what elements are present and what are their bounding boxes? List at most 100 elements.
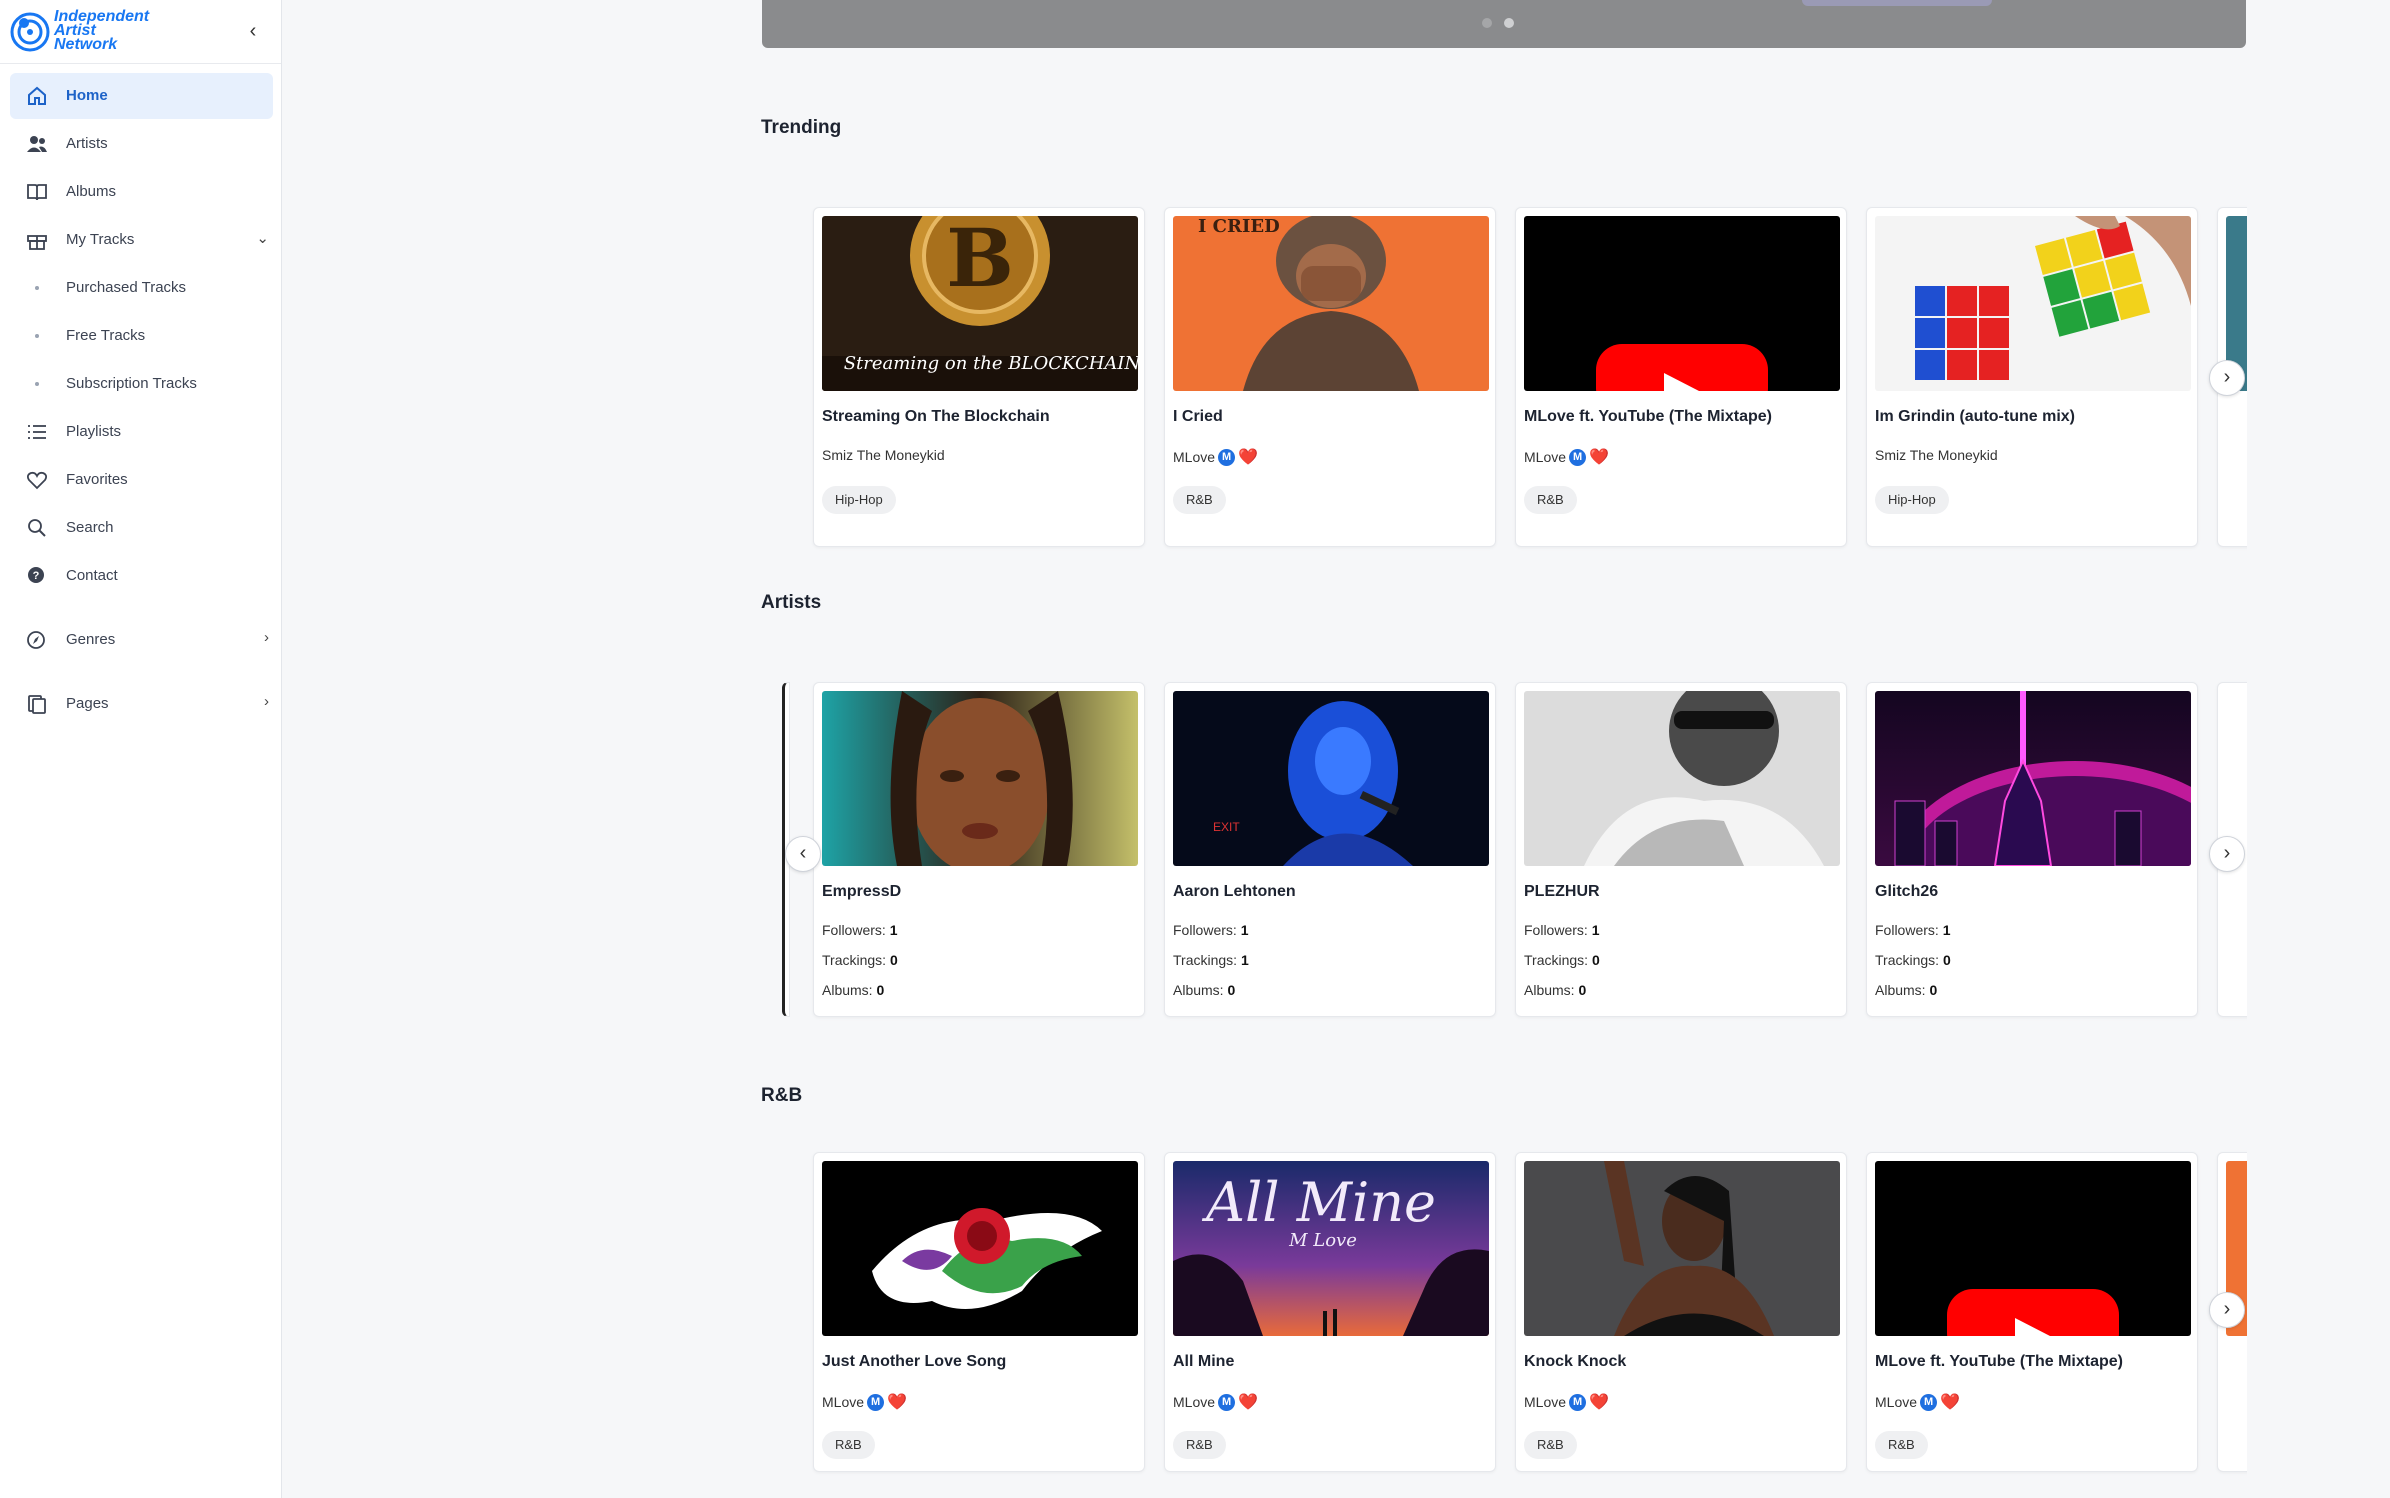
track-artist[interactable]: MLove M ❤️ bbox=[1524, 447, 1609, 467]
track-artist[interactable]: Smiz The Moneykid bbox=[822, 447, 945, 463]
track-artist[interactable]: MLove M ❤️ bbox=[1173, 447, 1258, 467]
genre-badge[interactable]: R&B bbox=[1524, 1431, 1577, 1459]
track-artist[interactable]: Smiz The Moneykid bbox=[1875, 447, 1998, 463]
track-artist[interactable]: MLove M ❤️ bbox=[1524, 1392, 1609, 1412]
artist-name: Smiz The Moneykid bbox=[822, 447, 945, 463]
logo-text[interactable]: Independent Artist Network bbox=[54, 9, 154, 53]
artist-name[interactable]: Aaron Lehtonen bbox=[1173, 883, 1296, 901]
track-artwork[interactable] bbox=[1875, 1161, 2191, 1336]
sidebar-item-favorites[interactable]: Favorites bbox=[10, 457, 273, 503]
sidebar-item-purchased-tracks[interactable]: Purchased Tracks bbox=[10, 265, 273, 311]
sidebar-item-contact[interactable]: ? Contact bbox=[10, 553, 273, 599]
track-title[interactable]: MLove ft. YouTube (The Mixtape) bbox=[1875, 1353, 2123, 1371]
artist-photo[interactable] bbox=[822, 691, 1138, 866]
carousel-next-button[interactable]: › bbox=[2209, 360, 2245, 396]
pages-icon bbox=[28, 695, 46, 714]
artist-photo-image bbox=[822, 691, 1138, 866]
carousel-button[interactable] bbox=[1802, 0, 1992, 6]
genre-badge[interactable]: R&B bbox=[822, 1431, 875, 1459]
track-title[interactable]: Knock Knock bbox=[1524, 1353, 1626, 1371]
track-artwork[interactable] bbox=[1875, 216, 2191, 391]
carousel-dot[interactable] bbox=[1482, 18, 1492, 28]
track-artwork[interactable] bbox=[1524, 1161, 1840, 1336]
track-card[interactable]: Im Grindin (auto-tune mix) Smiz The Mone… bbox=[1866, 207, 2198, 547]
genre-badge[interactable]: R&B bbox=[1173, 486, 1226, 514]
sidebar-item-playlists[interactable]: Playlists bbox=[10, 409, 273, 455]
genre-badge[interactable]: R&B bbox=[1524, 486, 1577, 514]
track-artwork-image bbox=[1524, 1161, 1840, 1336]
track-artwork[interactable]: I CRIED bbox=[1173, 216, 1489, 391]
sidebar-item-artists[interactable]: Artists bbox=[10, 121, 273, 167]
track-artwork[interactable]: All Mine M Love bbox=[1173, 1161, 1489, 1336]
track-artist[interactable]: MLove M ❤️ bbox=[1875, 1392, 1960, 1412]
albums-stat: Albums: 0 bbox=[822, 982, 884, 998]
albums-count: 0 bbox=[1929, 982, 1938, 998]
carousel-next-button[interactable]: › bbox=[2209, 836, 2245, 872]
sidebar-item-albums[interactable]: Albums bbox=[10, 169, 273, 215]
art-text: Streaming on the BLOCKCHAIN bbox=[844, 353, 1138, 374]
genre-badge[interactable]: Hip-Hop bbox=[1875, 486, 1949, 514]
sidebar-item-genres[interactable]: Genres › bbox=[10, 617, 273, 663]
track-artist[interactable]: MLove M ❤️ bbox=[822, 1392, 907, 1412]
track-card[interactable]: B Streaming on the BLOCKCHAIN Streaming … bbox=[813, 207, 1145, 547]
followers-stat: Followers: 1 bbox=[1173, 922, 1248, 938]
artist-name[interactable]: Glitch26 bbox=[1875, 883, 1938, 901]
artist-card[interactable]: PLEZHUR Followers: 1 Trackings: 0 Albums… bbox=[1515, 682, 1847, 1017]
artist-name[interactable]: EmpressD bbox=[822, 883, 901, 901]
trackings-count: 0 bbox=[1591, 952, 1600, 968]
sidebar-item-subscription-tracks[interactable]: Subscription Tracks bbox=[10, 361, 273, 407]
track-title[interactable]: Just Another Love Song bbox=[822, 1353, 1006, 1371]
hero-carousel[interactable] bbox=[762, 0, 2246, 48]
followers-label: Followers: bbox=[1875, 922, 1939, 938]
collapse-sidebar-icon[interactable]: ‹ bbox=[242, 18, 264, 44]
gift-icon bbox=[27, 235, 47, 250]
sidebar-item-pages[interactable]: Pages › bbox=[10, 681, 273, 727]
artist-name: MLove bbox=[1524, 1394, 1567, 1410]
track-artwork-image: I CRIED bbox=[1173, 216, 1489, 391]
home-icon bbox=[28, 86, 46, 105]
artist-name[interactable]: PLEZHUR bbox=[1524, 883, 1600, 901]
track-artwork[interactable]: B Streaming on the BLOCKCHAIN bbox=[822, 216, 1138, 391]
track-title[interactable]: All Mine bbox=[1173, 1353, 1234, 1371]
genre-badge[interactable]: R&B bbox=[1875, 1431, 1928, 1459]
track-artist[interactable]: MLove M ❤️ bbox=[1173, 1392, 1258, 1412]
track-title[interactable]: Im Grindin (auto-tune mix) bbox=[1875, 408, 2075, 426]
track-title[interactable]: MLove ft. YouTube (The Mixtape) bbox=[1524, 408, 1772, 426]
sidebar-item-label: Contact bbox=[66, 567, 118, 584]
sidebar-item-my-tracks[interactable]: My Tracks ⌄ bbox=[10, 217, 273, 263]
sidebar-item-home[interactable]: Home bbox=[10, 73, 273, 119]
track-card[interactable]: Knock Knock MLove M ❤️ R&B bbox=[1515, 1152, 1847, 1472]
track-artwork[interactable] bbox=[822, 1161, 1138, 1336]
track-artwork-image bbox=[822, 1161, 1138, 1336]
carousel-dot[interactable] bbox=[1504, 18, 1514, 28]
track-title[interactable]: Streaming On The Blockchain bbox=[822, 408, 1050, 426]
sidebar-item-search[interactable]: Search bbox=[10, 505, 273, 551]
artist-card[interactable]: EXIT Aaron Lehtonen Followers: 1 Trackin… bbox=[1164, 682, 1496, 1017]
track-card[interactable]: All Mine M Love All Mine MLove M ❤️ R&B bbox=[1164, 1152, 1496, 1472]
artist-photo[interactable] bbox=[1524, 691, 1840, 866]
carousel-prev-button[interactable]: ‹ bbox=[785, 836, 821, 872]
artist-photo[interactable] bbox=[1875, 691, 2191, 866]
artist-photo[interactable]: EXIT bbox=[1173, 691, 1489, 866]
verified-badge-icon: M bbox=[1218, 1393, 1236, 1411]
track-title[interactable]: I Cried bbox=[1173, 408, 1223, 426]
genre-badge[interactable]: R&B bbox=[1173, 1431, 1226, 1459]
albums-count: 0 bbox=[1227, 982, 1236, 998]
sidebar-item-free-tracks[interactable]: Free Tracks bbox=[10, 313, 273, 359]
track-card[interactable]: Just Another Love Song MLove M ❤️ R&B bbox=[813, 1152, 1145, 1472]
verified-badge-icon: M bbox=[1218, 448, 1236, 466]
track-artwork[interactable] bbox=[1524, 216, 1840, 391]
track-card[interactable]: MLove ft. YouTube (The Mixtape) MLove M ❤️… bbox=[1515, 207, 1847, 547]
verified-badge-icon: M bbox=[867, 1393, 885, 1411]
track-artwork-image: All Mine M Love bbox=[1173, 1161, 1489, 1336]
verified-badge-icon: M bbox=[1569, 448, 1587, 466]
genre-badge[interactable]: Hip-Hop bbox=[822, 486, 896, 514]
logo-icon[interactable] bbox=[10, 12, 50, 52]
trackings-stat: Trackings: 1 bbox=[1173, 952, 1249, 968]
artist-card[interactable]: Glitch26 Followers: 1 Trackings: 0 Album… bbox=[1866, 682, 2198, 1017]
track-card[interactable]: MLove ft. YouTube (The Mixtape) MLove M ❤️… bbox=[1866, 1152, 2198, 1472]
carousel-next-button[interactable]: › bbox=[2209, 1292, 2245, 1328]
trackings-stat: Trackings: 0 bbox=[1524, 952, 1600, 968]
track-card[interactable]: I CRIED I Cried MLove M ❤️ R&B bbox=[1164, 207, 1496, 547]
artist-card[interactable]: EmpressD Followers: 1 Trackings: 0 Album… bbox=[813, 682, 1145, 1017]
